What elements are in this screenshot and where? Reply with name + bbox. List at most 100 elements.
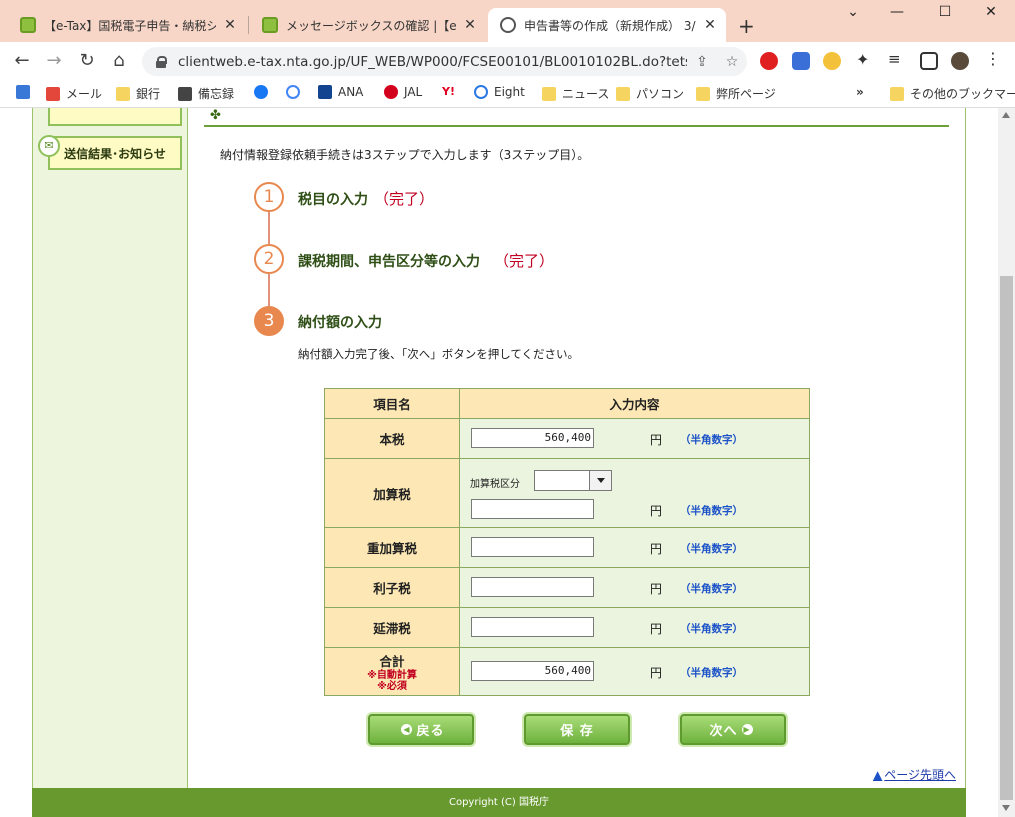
page-top-link[interactable]: ▲ ページ先頭へ	[873, 766, 956, 783]
url-text: clientweb.e-tax.nta.go.jp/UF_WEB/WP000/F…	[178, 53, 687, 70]
bookmark-pc[interactable]: パソコン	[616, 85, 684, 102]
save-button[interactable]: 保 存	[524, 714, 630, 745]
next-button[interactable]: 次へ ▶	[680, 714, 786, 745]
address-bar[interactable]: clientweb.e-tax.nta.go.jp/UF_WEB/WP000/F…	[142, 47, 747, 76]
row-label-total: 合計 ※自動計算 ※必須	[324, 647, 460, 696]
yen-unit: 円	[650, 666, 663, 680]
close-icon[interactable]: ✕	[702, 17, 718, 33]
bookmark-facebook[interactable]	[254, 85, 274, 99]
step-2-circle: 2	[254, 244, 284, 274]
calendar-icon	[16, 85, 30, 99]
ana-icon	[318, 85, 332, 99]
bookmark-calendar[interactable]	[16, 85, 36, 99]
minimize-icon[interactable]: —	[882, 4, 912, 20]
table-row-principal-tax: 本税 560,400 円 （半角数字）	[324, 418, 810, 459]
back-circle-icon: ◀	[401, 724, 413, 735]
bookmark-label: その他のブックマーク	[910, 87, 1015, 101]
chevron-down-icon[interactable]	[589, 471, 611, 490]
bookmark-label: ANA	[338, 85, 364, 99]
tab-manager-extension-icon[interactable]	[792, 52, 810, 70]
browser-toolbar: ← → ↻ ⌂ clientweb.e-tax.nta.go.jp/UF_WEB…	[0, 42, 1015, 80]
bookmark-office-page[interactable]: 弊所ページ	[696, 85, 776, 102]
back-arrow-icon[interactable]: ←	[10, 50, 34, 71]
nav-send-results-button[interactable]: ✉ 送信結果･お知らせ	[38, 135, 182, 170]
bookmark-eight[interactable]: Eight	[474, 85, 525, 99]
surcharge-category-label: 加算税区分	[470, 479, 520, 490]
tab-message-box[interactable]: メッセージボックスの確認 |【e-Tax】国 ✕	[250, 8, 486, 42]
etax-icon	[20, 17, 36, 33]
step-label-text: 税目の入力	[298, 192, 368, 208]
scroll-up-arrow-icon[interactable]	[1002, 112, 1010, 118]
scroll-thumb[interactable]	[1000, 276, 1013, 800]
forward-arrow-icon[interactable]: →	[42, 50, 66, 71]
folder-icon	[890, 86, 904, 101]
tab-tax-return-create[interactable]: 申告書等の作成（新規作成） 3/3 ✕	[488, 8, 726, 42]
bookmark-star-icon[interactable]: ☆	[717, 54, 747, 70]
bookmark-ana[interactable]: ANA	[318, 85, 363, 99]
bookmark-label: 銀行	[136, 87, 161, 101]
more-bookmarks-chevron-icon[interactable]: »	[856, 85, 864, 99]
bookmark-other[interactable]: その他のブックマーク	[890, 85, 1015, 102]
bookmark-label: 備忘録	[198, 87, 235, 101]
folder-icon	[542, 86, 556, 101]
step-3-circle: 3	[254, 306, 284, 336]
yen-unit: 円	[650, 433, 663, 447]
window-close-icon[interactable]: ✕	[976, 4, 1006, 20]
bookmark-google[interactable]	[286, 85, 306, 99]
tab-search-icon[interactable]: ⌄	[838, 4, 868, 20]
tab-etax-home[interactable]: 【e-Tax】国税電子申告・納税システ ✕	[8, 8, 246, 42]
bookmark-memo[interactable]: 備忘録	[178, 85, 234, 102]
col-header-item: 項目名	[324, 388, 460, 419]
up-arrow-icon: ▲	[873, 768, 883, 782]
lightbulb-extension-icon[interactable]	[823, 52, 841, 70]
side-panel-icon[interactable]	[920, 52, 938, 70]
bookmark-bank[interactable]: 銀行	[116, 85, 160, 102]
next-button-label: 次へ	[709, 724, 738, 739]
profile-avatar[interactable]	[951, 52, 969, 70]
nav-send-results-label: 送信結果･お知らせ	[64, 146, 166, 161]
interest-tax-input[interactable]	[471, 577, 594, 597]
nav-button-prev[interactable]	[48, 108, 182, 126]
media-control-icon[interactable]: ≡	[888, 50, 906, 68]
home-icon[interactable]: ⌂	[107, 50, 131, 71]
close-icon[interactable]: ✕	[222, 17, 238, 33]
opera-extension-icon[interactable]	[760, 52, 778, 70]
extensions-puzzle-icon[interactable]: ✦	[856, 50, 874, 69]
bookmark-label: 弊所ページ	[716, 87, 776, 101]
row-label: 合計	[379, 654, 405, 669]
menu-kebab-icon[interactable]: ⋮	[985, 49, 1003, 68]
row-input-cell: 円 （半角数字）	[459, 527, 810, 568]
page-scrollbar[interactable]	[998, 108, 1015, 817]
globe-icon	[500, 17, 516, 33]
tab-title: 【e-Tax】国税電子申告・納税システ	[44, 18, 216, 33]
maximize-icon[interactable]: ☐	[930, 4, 960, 20]
close-icon[interactable]: ✕	[462, 17, 478, 33]
delinquency-tax-input[interactable]	[471, 617, 594, 637]
step-instruction: 納付額入力完了後、「次へ」ボタンを押してください。	[298, 347, 580, 361]
new-tab-icon[interactable]: +	[738, 14, 755, 38]
principal-tax-input[interactable]: 560,400	[471, 428, 594, 448]
halfwidth-hint: （半角数字）	[680, 543, 743, 555]
lock-icon	[156, 55, 167, 68]
payment-amount-table: 項目名 入力内容 本税 560,400 円 （半角数字） 加算税 加算税区分 円…	[324, 388, 810, 696]
bookmark-jal[interactable]: JAL	[384, 85, 422, 99]
table-row-interest-tax: 利子税 円 （半角数字）	[324, 567, 810, 608]
row-input-cell: 円 （半角数字）	[459, 567, 810, 608]
tab-strip: 【e-Tax】国税電子申告・納税システ ✕ メッセージボックスの確認 |【e-T…	[0, 0, 1015, 42]
surcharge-category-select[interactable]	[534, 470, 612, 491]
heavy-surcharge-input[interactable]	[471, 537, 594, 557]
scroll-down-arrow-icon[interactable]	[1002, 805, 1010, 811]
bookmark-yahoo[interactable]: Y!	[442, 85, 461, 99]
surcharge-input[interactable]	[471, 499, 594, 519]
share-icon[interactable]: ⇪	[687, 54, 717, 70]
intro-text: 納付情報登録依頼手続きは3ステップで入力します（3ステップ目）。	[220, 148, 590, 162]
yen-unit: 円	[650, 622, 663, 636]
step-3-label: 納付額の入力	[298, 315, 382, 331]
folder-icon	[696, 86, 710, 101]
bookmark-news[interactable]: ニュース	[542, 85, 609, 102]
back-button[interactable]: ◀ 戻る	[368, 714, 474, 745]
mail-clock-icon: ✉	[38, 135, 60, 157]
reload-icon[interactable]: ↻	[75, 50, 99, 71]
total-input[interactable]: 560,400	[471, 661, 594, 681]
bookmark-mail[interactable]: メール	[46, 85, 102, 102]
